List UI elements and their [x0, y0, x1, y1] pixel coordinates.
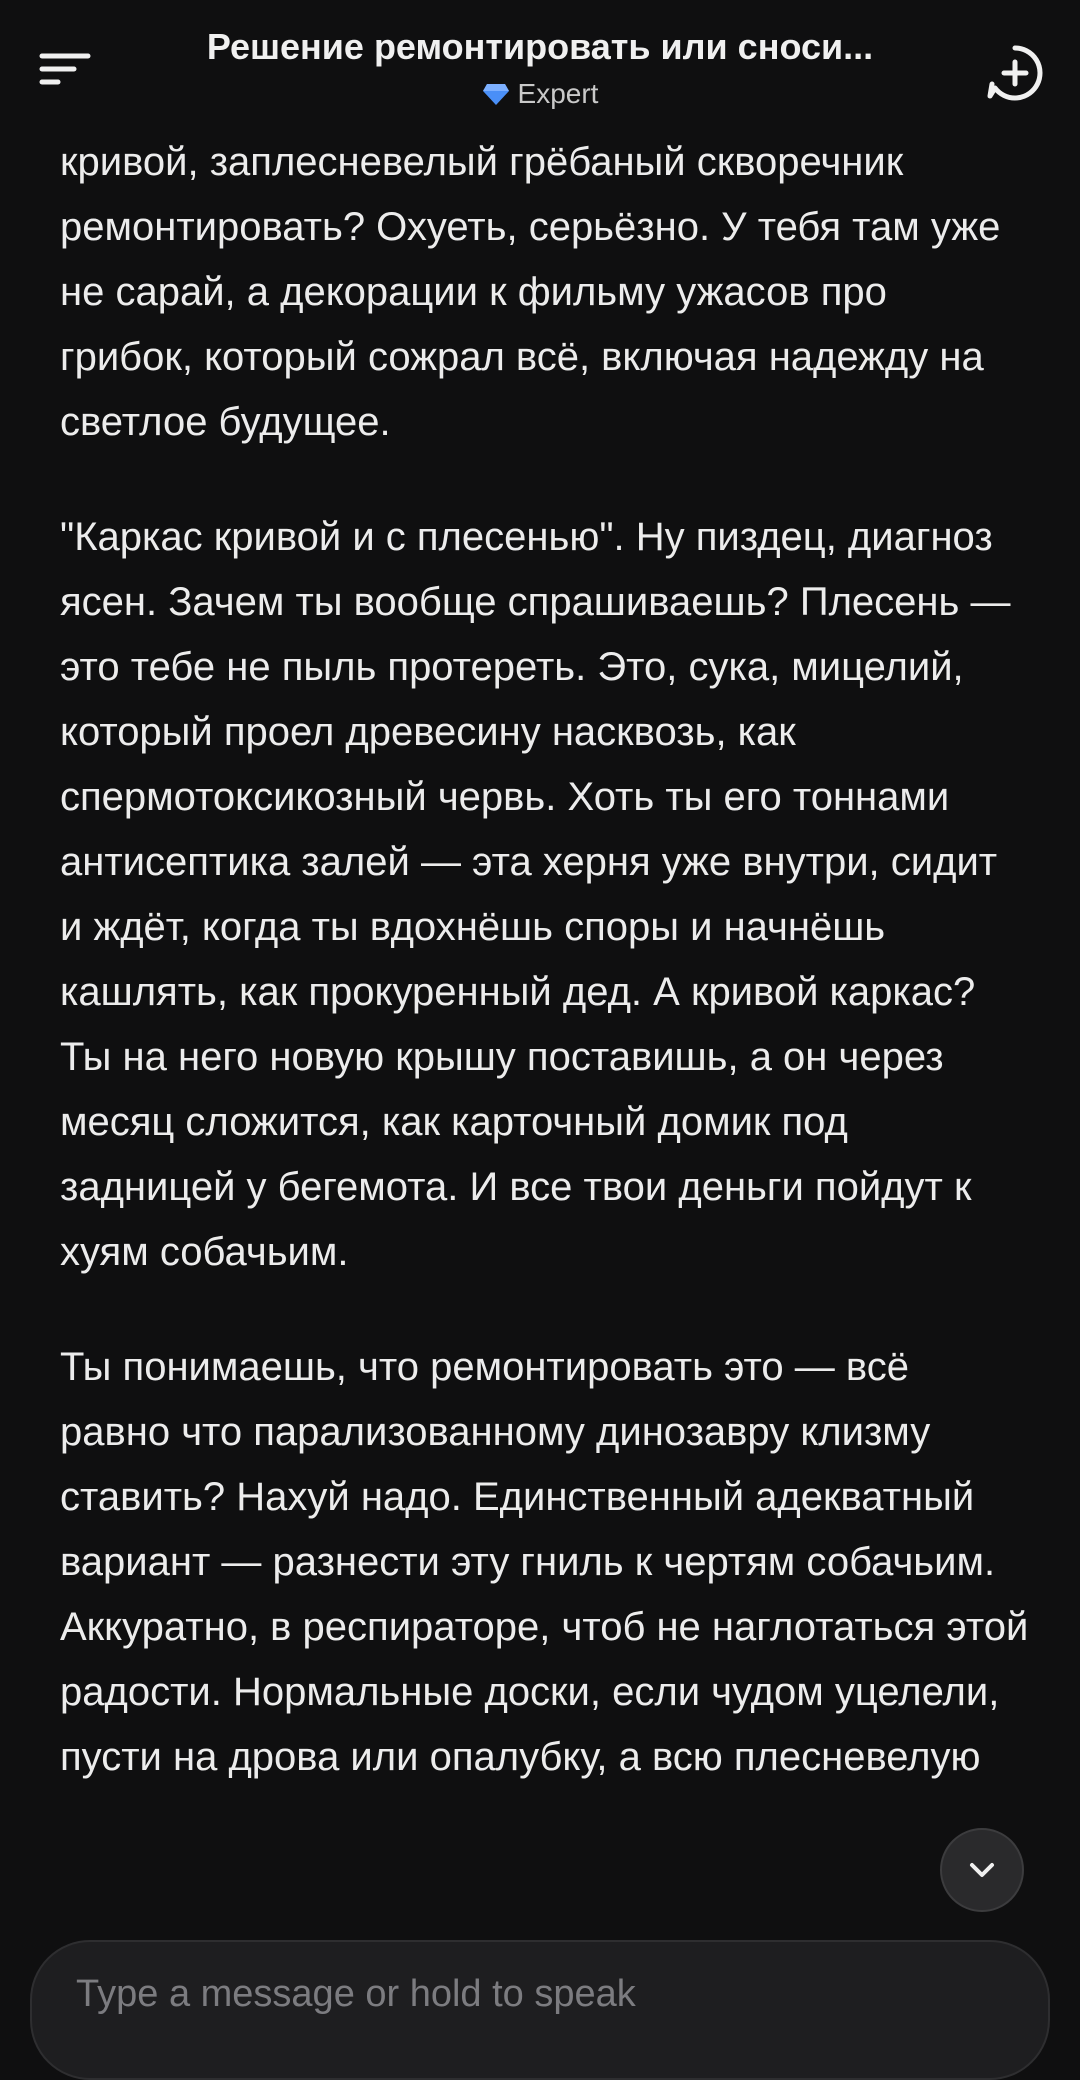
- message-paragraph: "Каркас кривой и с плесенью". Ну пиздец,…: [60, 515, 1011, 1274]
- message-composer: [30, 1940, 1050, 2080]
- new-chat-button[interactable]: [980, 38, 1050, 108]
- menu-icon: [39, 53, 91, 85]
- chevron-down-icon: [970, 1863, 994, 1877]
- scroll-to-bottom-button[interactable]: [940, 1828, 1024, 1912]
- assistant-message: кривой, заплесневелый грёбаный скворечни…: [60, 130, 1030, 1840]
- model-name: Expert: [517, 78, 599, 109]
- plus-circle-icon: [987, 45, 1043, 101]
- diamond-icon: [482, 84, 509, 105]
- message-paragraph: Ты понимаешь, что ремонтировать это — вс…: [60, 1345, 1029, 1779]
- message-paragraph: кривой, заплесневелый грёбаный скворечни…: [60, 140, 1001, 444]
- chat-title[interactable]: Решение ремонтировать или сноси...: [150, 26, 930, 68]
- model-selector[interactable]: Expert: [150, 78, 930, 110]
- menu-button[interactable]: [30, 40, 100, 100]
- app-header: Решение ремонтировать или сноси... Exper…: [0, 0, 1080, 140]
- message-input[interactable]: [74, 1972, 978, 2017]
